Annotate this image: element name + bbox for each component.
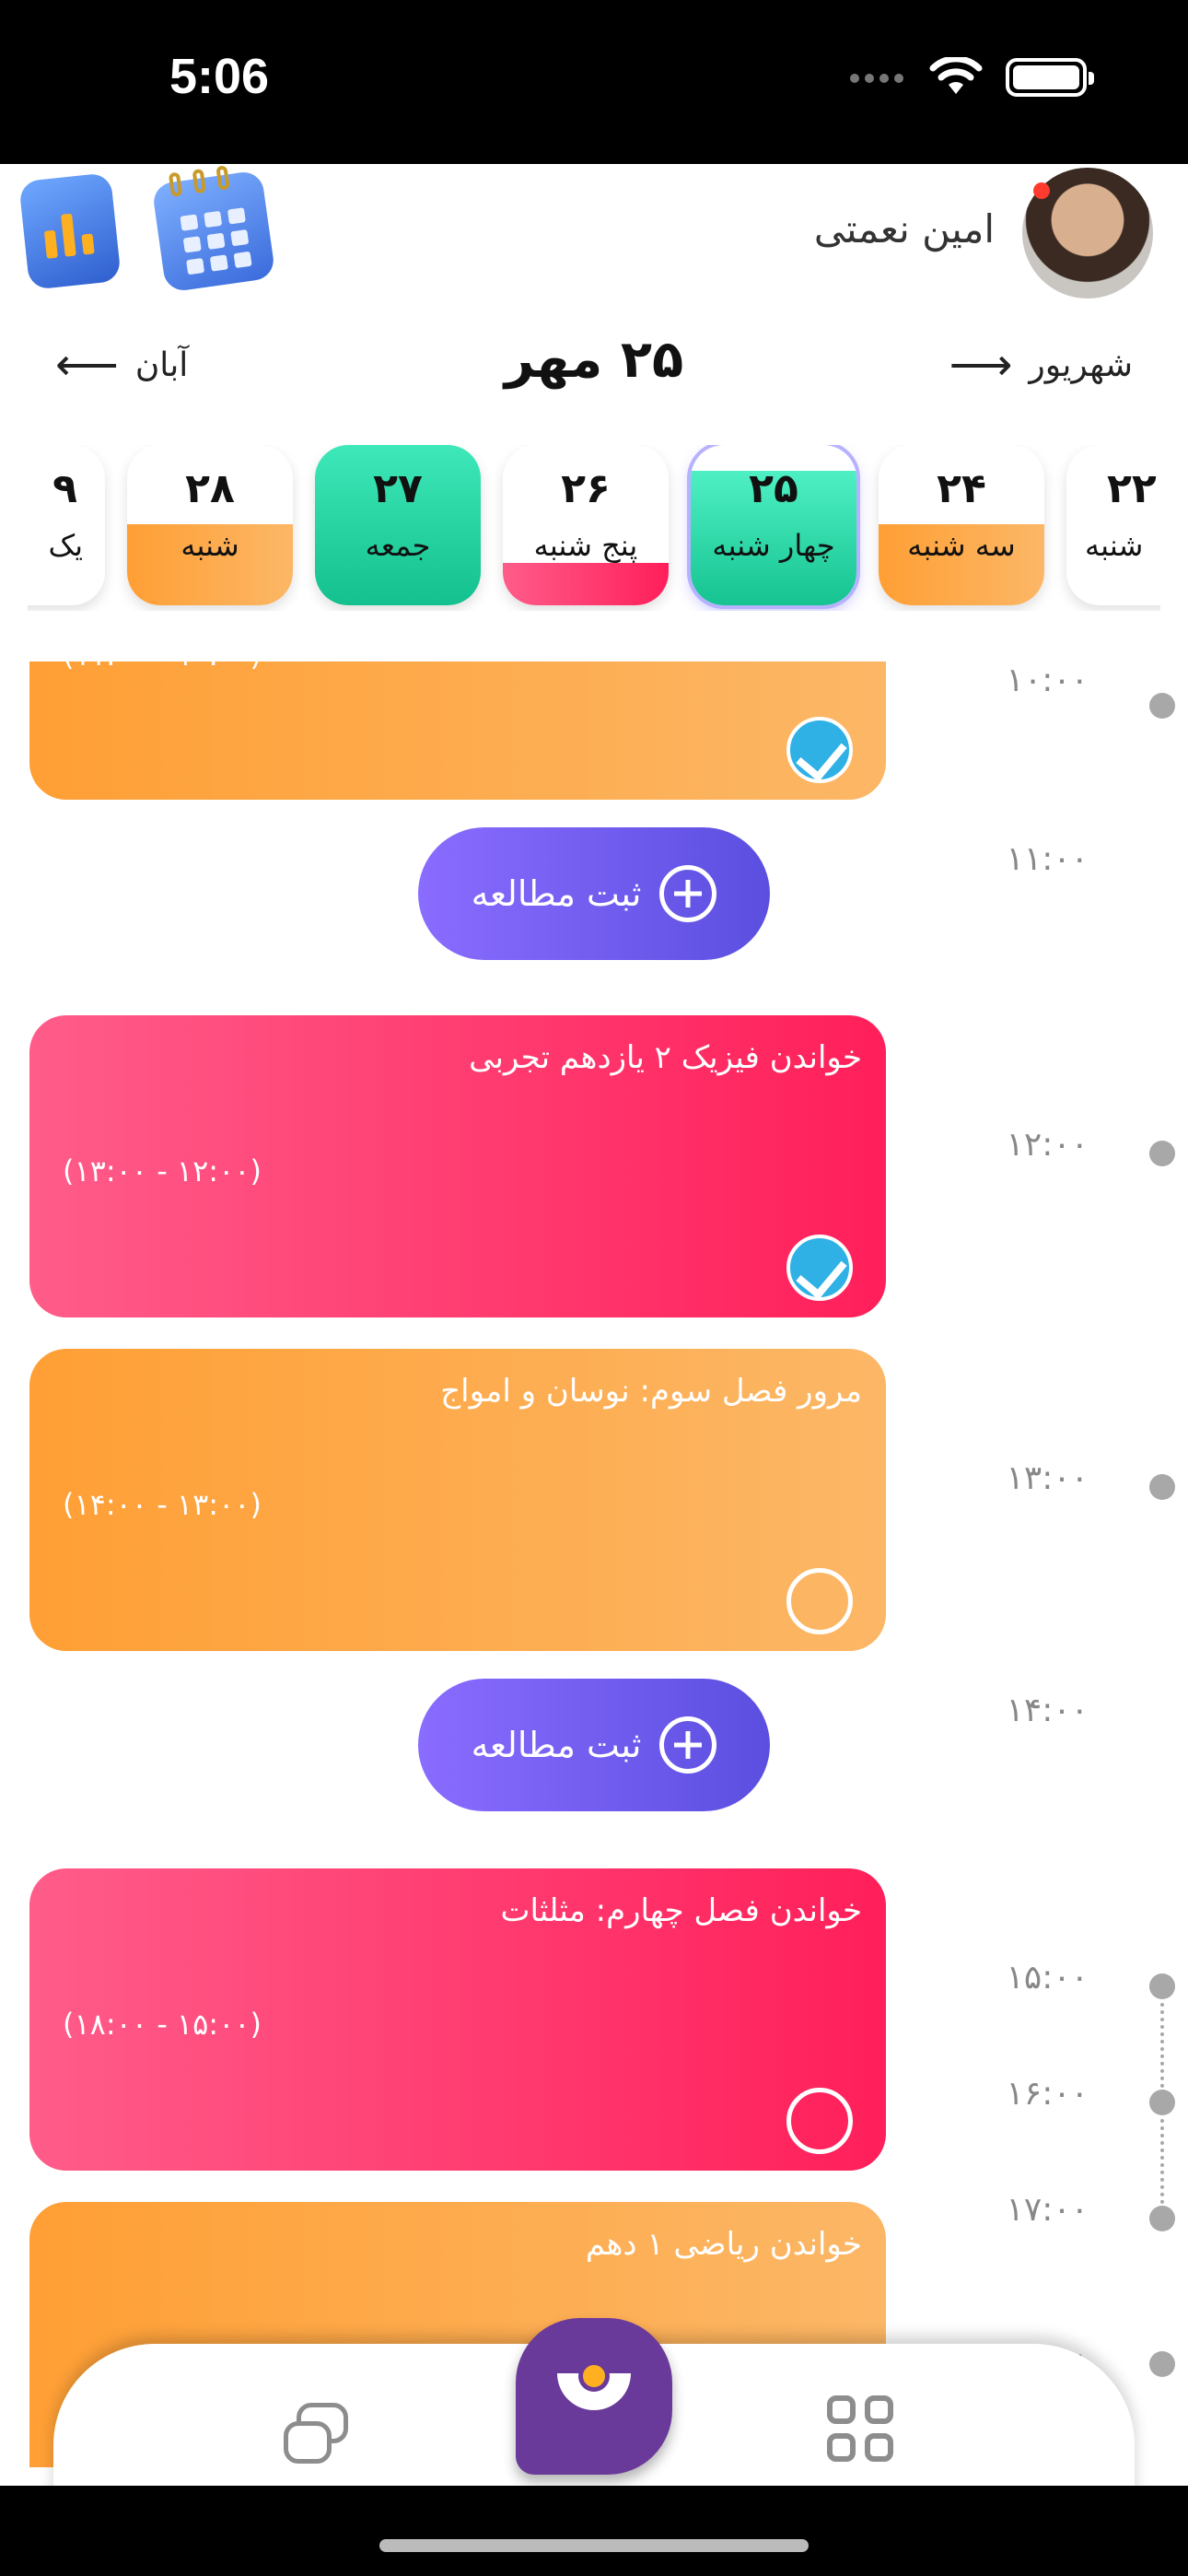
timeline[interactable]: ۱۰:۰۰ ۱۱:۰۰ ۱۲:۰۰ ۱۳:۰۰ ۱۴:۰۰ ۱۵:۰۰ ۱۶:۰… xyxy=(0,662,1188,2467)
check-empty-icon[interactable] xyxy=(786,2088,853,2154)
study-title: خواندن فصل چهارم: مثلثات xyxy=(500,1892,862,1929)
study-title: خواندن ریاضی ۱ دهم xyxy=(585,2226,862,2263)
day-number: ۲۶ xyxy=(561,465,611,512)
time-dot xyxy=(1149,1141,1175,1166)
day-name: یک xyxy=(48,528,83,563)
day-name: جمعه xyxy=(365,528,431,563)
study-time-range: (۱۱:۰۰ - ۱۰:۰۰) xyxy=(63,662,262,673)
plus-icon xyxy=(659,865,717,922)
day-name: پنج شنبه xyxy=(533,528,638,563)
check-done-icon[interactable] xyxy=(786,717,853,783)
timeline-connector xyxy=(1160,2119,1164,2204)
next-month-button[interactable]: ⟵ آبان xyxy=(55,343,188,387)
study-title: خواندن فیزیک ۲ یازدهم تجربی xyxy=(469,1039,862,1076)
study-card[interactable]: مرور فصل سوم: نوسان و امواج (۱۴:۰۰ - ۱۳:… xyxy=(29,1349,886,1651)
arrow-left-icon: ⟵ xyxy=(55,339,119,391)
month-nav: ۲۵ مهر شهریور ⟶ ⟵ آبان xyxy=(0,330,1188,413)
day-name: شنبه xyxy=(181,528,239,563)
add-study-label: ثبت مطالعه xyxy=(471,873,642,914)
day-number: ۲۴ xyxy=(937,465,986,512)
day-progress xyxy=(503,563,669,605)
time-label: ۱۳:۰۰ xyxy=(1006,1459,1089,1497)
time-label: ۱۲:۰۰ xyxy=(1006,1126,1089,1164)
study-time-range: (۱۸:۰۰ - ۱۵:۰۰) xyxy=(63,2007,262,2042)
status-icons xyxy=(847,57,1094,98)
study-card[interactable]: (۱۱:۰۰ - ۱۰:۰۰) xyxy=(29,662,886,800)
study-card[interactable]: خواندن فیزیک ۲ یازدهم تجربی (۱۳:۰۰ - ۱۲:… xyxy=(29,1015,886,1317)
app-screen: امین نعمتی ۲۵ مهر شهریور ⟶ ⟵ آبان ۲۲ شنب… xyxy=(0,164,1188,2486)
status-bar: 5:06 xyxy=(0,0,1188,164)
day-number: ۲۷ xyxy=(373,465,423,512)
study-title: مرور فصل سوم: نوسان و امواج xyxy=(440,1373,862,1410)
arrow-right-icon: ⟶ xyxy=(949,339,1013,391)
status-time: 5:06 xyxy=(169,49,270,104)
study-time-range: (۱۳:۰۰ - ۱۲:۰۰) xyxy=(63,1153,262,1188)
time-label: ۱۱:۰۰ xyxy=(1006,840,1089,878)
notification-dot xyxy=(1033,182,1050,199)
day-strip[interactable]: ۲۲ شنبه ۲۴ سه شنبه ۲۵ چهار شنبه ۲۶ پنج ش… xyxy=(28,445,1160,611)
check-done-icon[interactable] xyxy=(786,1235,853,1301)
header: امین نعمتی xyxy=(0,164,1188,311)
logo-dot xyxy=(578,2360,610,2392)
time-dot xyxy=(1149,1474,1175,1500)
day-card[interactable]: ۹ یک xyxy=(28,445,105,605)
time-label: ۱۴:۰۰ xyxy=(1006,1692,1089,1729)
check-empty-icon[interactable] xyxy=(786,1568,853,1634)
day-name: چهار شنبه xyxy=(712,528,835,563)
report-icon[interactable] xyxy=(18,172,122,290)
time-dot xyxy=(1149,1973,1175,1999)
user-name: امین نعمتی xyxy=(813,206,995,252)
time-label: ۱۰:۰۰ xyxy=(1006,662,1089,699)
signal-icon xyxy=(847,69,906,87)
grid-icon[interactable] xyxy=(827,2395,893,2462)
battery-icon xyxy=(1006,58,1094,97)
time-dot xyxy=(1149,2090,1175,2115)
day-card-selected[interactable]: ۲۵ چهار شنبه xyxy=(691,445,856,605)
time-dot xyxy=(1149,2206,1175,2231)
time-dot xyxy=(1149,2351,1175,2377)
day-card[interactable]: ۲۲ شنبه xyxy=(1066,445,1160,605)
day-card[interactable]: ۲۴ سه شنبه xyxy=(879,445,1044,605)
time-label: ۱۶:۰۰ xyxy=(1006,2075,1089,2113)
day-number: ۲۲ xyxy=(1107,465,1157,512)
day-number: ۲۵ xyxy=(749,465,798,512)
day-card[interactable]: ۲۶ پنج شنبه xyxy=(503,445,669,605)
day-card[interactable]: ۲۸ شنبه xyxy=(127,445,293,605)
time-label: ۱۷:۰۰ xyxy=(1006,2191,1089,2229)
time-dot xyxy=(1149,693,1175,719)
add-study-button[interactable]: ثبت مطالعه xyxy=(418,827,770,960)
prev-month-label: شهریور xyxy=(1029,345,1133,384)
home-button[interactable] xyxy=(516,2318,672,2475)
day-name: شنبه xyxy=(1085,528,1144,563)
study-card[interactable]: خواندن فصل چهارم: مثلثات (۱۸:۰۰ - ۱۵:۰۰) xyxy=(29,1868,886,2171)
home-indicator[interactable] xyxy=(379,2539,809,2552)
plus-icon xyxy=(659,1716,717,1774)
next-month-label: آبان xyxy=(134,345,189,384)
day-card[interactable]: ۲۷ جمعه xyxy=(315,445,481,605)
timeline-connector xyxy=(1160,2003,1164,2088)
calendar-icon[interactable] xyxy=(151,165,276,293)
add-study-button[interactable]: ثبت مطالعه xyxy=(418,1679,770,1811)
day-number: ۲۸ xyxy=(185,465,235,512)
chat-icon[interactable] xyxy=(284,2403,348,2467)
wifi-icon xyxy=(929,57,983,94)
bottom-safe-area xyxy=(0,2486,1188,2576)
add-study-label: ثبت مطالعه xyxy=(471,1725,642,1765)
day-name: سه شنبه xyxy=(907,528,1016,563)
time-label: ۱۵:۰۰ xyxy=(1006,1959,1089,1996)
day-number: ۹ xyxy=(52,465,77,512)
study-time-range: (۱۴:۰۰ - ۱۳:۰۰) xyxy=(63,1487,262,1522)
prev-month-button[interactable]: شهریور ⟶ xyxy=(949,343,1133,387)
